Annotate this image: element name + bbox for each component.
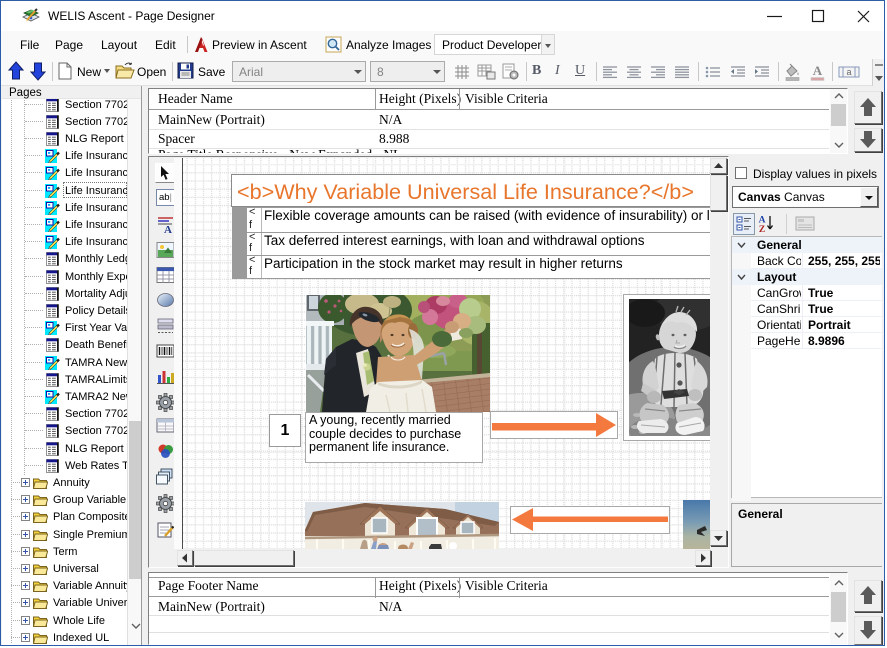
svg-text:Z: Z [759, 225, 765, 235]
svg-text:a: a [846, 67, 851, 77]
svg-text:A: A [164, 224, 172, 234]
svg-text:A: A [813, 63, 823, 78]
svg-text:A: A [759, 216, 766, 226]
